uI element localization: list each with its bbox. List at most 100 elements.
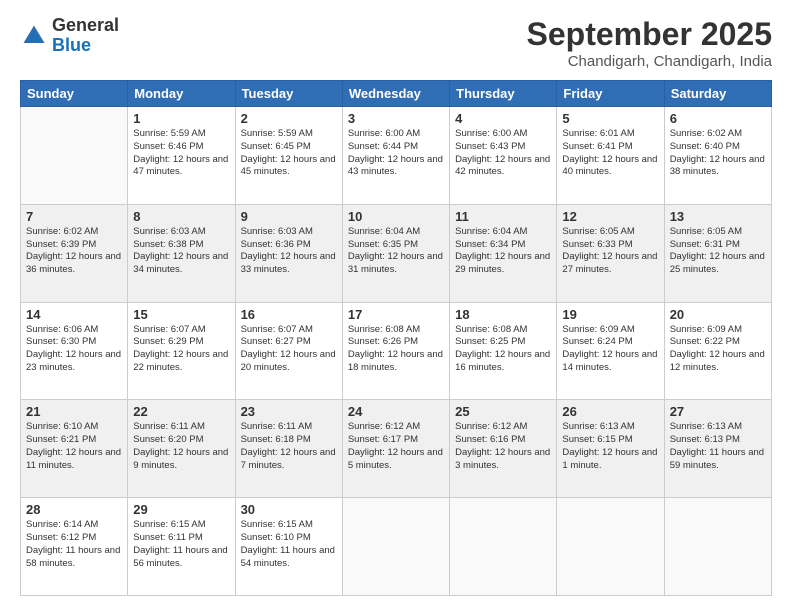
- day-number: 22: [133, 404, 229, 419]
- table-row: 15Sunrise: 6:07 AM Sunset: 6:29 PM Dayli…: [128, 302, 235, 400]
- table-row: 7Sunrise: 6:02 AM Sunset: 6:39 PM Daylig…: [21, 204, 128, 302]
- table-row: 18Sunrise: 6:08 AM Sunset: 6:25 PM Dayli…: [450, 302, 557, 400]
- table-row: 4 Sunrise: 6:00 AM Sunset: 6:43 PM Daylig…: [450, 107, 557, 205]
- day-number: 26: [562, 404, 658, 419]
- table-row: 21 Sunrise: 6:10 AM Sunset: 6:21 PM Dayli…: [21, 400, 128, 498]
- day-info: Sunrise: 6:13 AM Sunset: 6:13 PM Dayligh…: [670, 421, 766, 472]
- table-row: 29 Sunrise: 6:15 AM Sunset: 6:11 PM Dayli…: [128, 498, 235, 596]
- table-row: 6 Sunrise: 6:02 AM Sunset: 6:40 PM Daylig…: [664, 107, 771, 205]
- calendar-header-row: Sunday Monday Tuesday Wednesday Thursday…: [21, 81, 772, 107]
- calendar-week-row: 28Sunrise: 6:14 AM Sunset: 6:12 PM Dayli…: [21, 498, 772, 596]
- day-info: Sunrise: 6:00 AM Sunset: 6:44 PM Dayligh…: [348, 128, 444, 179]
- day-info: Sunrise: 6:08 AM Sunset: 6:26 PM Dayligh…: [348, 324, 444, 375]
- day-info: Sunrise: 6:04 AM Sunset: 6:34 PM Dayligh…: [455, 226, 551, 277]
- day-number: 23: [241, 404, 337, 419]
- table-row: 23 Sunrise: 6:11 AM Sunset: 6:18 PM Dayli…: [235, 400, 342, 498]
- table-row: 10 Sunrise: 6:04 AM Sunset: 6:35 PM Dayli…: [342, 204, 449, 302]
- table-row: 20 Sunrise: 6:09 AM Sunset: 6:22 PM Dayli…: [664, 302, 771, 400]
- table-row: 16Sunrise: 6:07 AM Sunset: 6:27 PM Dayli…: [235, 302, 342, 400]
- col-friday: Friday: [557, 81, 664, 107]
- month-title: September 2025: [527, 16, 772, 53]
- day-number: 4: [455, 111, 551, 126]
- day-info: Sunrise: 6:13 AM Sunset: 6:15 PM Dayligh…: [562, 421, 658, 472]
- day-info: Sunrise: 6:05 AM Sunset: 6:33 PM Dayligh…: [562, 226, 658, 277]
- day-info: Sunrise: 6:12 AM Sunset: 6:17 PM Dayligh…: [348, 421, 444, 472]
- calendar-week-row: 21 Sunrise: 6:10 AM Sunset: 6:21 PM Dayli…: [21, 400, 772, 498]
- day-info: Sunrise: 6:09 AM Sunset: 6:24 PM Dayligh…: [562, 324, 658, 375]
- day-info: Sunrise: 6:06 AM Sunset: 6:30 PM Dayligh…: [26, 324, 122, 375]
- day-number: 24: [348, 404, 444, 419]
- day-number: 1: [133, 111, 229, 126]
- day-number: 18: [455, 307, 551, 322]
- day-info: Sunrise: 6:15 AM Sunset: 6:11 PM Dayligh…: [133, 519, 229, 570]
- day-number: 11: [455, 209, 551, 224]
- day-info: Sunrise: 6:09 AM Sunset: 6:22 PM Dayligh…: [670, 324, 766, 375]
- col-wednesday: Wednesday: [342, 81, 449, 107]
- table-row: 11 Sunrise: 6:04 AM Sunset: 6:34 PM Dayli…: [450, 204, 557, 302]
- table-row: 1Sunrise: 5:59 AM Sunset: 6:46 PM Daylig…: [128, 107, 235, 205]
- col-saturday: Saturday: [664, 81, 771, 107]
- day-info: Sunrise: 6:03 AM Sunset: 6:36 PM Dayligh…: [241, 226, 337, 277]
- logo-blue-text: Blue: [52, 35, 91, 55]
- col-monday: Monday: [128, 81, 235, 107]
- table-row: 24 Sunrise: 6:12 AM Sunset: 6:17 PM Dayli…: [342, 400, 449, 498]
- day-info: Sunrise: 6:11 AM Sunset: 6:20 PM Dayligh…: [133, 421, 229, 472]
- day-info: Sunrise: 6:10 AM Sunset: 6:21 PM Dayligh…: [26, 421, 122, 472]
- day-info: Sunrise: 6:15 AM Sunset: 6:10 PM Dayligh…: [241, 519, 337, 570]
- table-row: 25Sunrise: 6:12 AM Sunset: 6:16 PM Dayli…: [450, 400, 557, 498]
- day-number: 17: [348, 307, 444, 322]
- day-number: 29: [133, 502, 229, 517]
- day-info: Sunrise: 6:00 AM Sunset: 6:43 PM Dayligh…: [455, 128, 551, 179]
- day-number: 15: [133, 307, 229, 322]
- table-row: [450, 498, 557, 596]
- calendar-week-row: 1Sunrise: 5:59 AM Sunset: 6:46 PM Daylig…: [21, 107, 772, 205]
- table-row: 22 Sunrise: 6:11 AM Sunset: 6:20 PM Dayli…: [128, 400, 235, 498]
- logo: General Blue: [20, 16, 119, 56]
- calendar-week-row: 7Sunrise: 6:02 AM Sunset: 6:39 PM Daylig…: [21, 204, 772, 302]
- table-row: 9Sunrise: 6:03 AM Sunset: 6:36 PM Daylig…: [235, 204, 342, 302]
- table-row: 5 Sunrise: 6:01 AM Sunset: 6:41 PM Daylig…: [557, 107, 664, 205]
- col-tuesday: Tuesday: [235, 81, 342, 107]
- table-row: 19 Sunrise: 6:09 AM Sunset: 6:24 PM Dayli…: [557, 302, 664, 400]
- logo-icon: [20, 22, 48, 50]
- day-number: 5: [562, 111, 658, 126]
- location-subtitle: Chandigarh, Chandigarh, India: [527, 53, 772, 70]
- table-row: 14 Sunrise: 6:06 AM Sunset: 6:30 PM Dayli…: [21, 302, 128, 400]
- day-number: 7: [26, 209, 122, 224]
- day-number: 20: [670, 307, 766, 322]
- day-info: Sunrise: 6:02 AM Sunset: 6:40 PM Dayligh…: [670, 128, 766, 179]
- day-number: 25: [455, 404, 551, 419]
- header: General Blue September 2025 Chandigarh, …: [20, 16, 772, 70]
- day-number: 10: [348, 209, 444, 224]
- calendar-week-row: 14 Sunrise: 6:06 AM Sunset: 6:30 PM Dayli…: [21, 302, 772, 400]
- table-row: 2Sunrise: 5:59 AM Sunset: 6:45 PM Daylig…: [235, 107, 342, 205]
- day-number: 21: [26, 404, 122, 419]
- table-row: 30Sunrise: 6:15 AM Sunset: 6:10 PM Dayli…: [235, 498, 342, 596]
- table-row: 17 Sunrise: 6:08 AM Sunset: 6:26 PM Dayli…: [342, 302, 449, 400]
- day-number: 13: [670, 209, 766, 224]
- col-thursday: Thursday: [450, 81, 557, 107]
- logo-general-text: General: [52, 15, 119, 35]
- table-row: [342, 498, 449, 596]
- day-number: 6: [670, 111, 766, 126]
- title-block: September 2025 Chandigarh, Chandigarh, I…: [527, 16, 772, 70]
- day-info: Sunrise: 6:05 AM Sunset: 6:31 PM Dayligh…: [670, 226, 766, 277]
- day-number: 2: [241, 111, 337, 126]
- page: General Blue September 2025 Chandigarh, …: [0, 0, 792, 612]
- table-row: 26 Sunrise: 6:13 AM Sunset: 6:15 PM Dayli…: [557, 400, 664, 498]
- day-info: Sunrise: 6:03 AM Sunset: 6:38 PM Dayligh…: [133, 226, 229, 277]
- table-row: 28Sunrise: 6:14 AM Sunset: 6:12 PM Dayli…: [21, 498, 128, 596]
- day-number: 27: [670, 404, 766, 419]
- day-info: Sunrise: 6:04 AM Sunset: 6:35 PM Dayligh…: [348, 226, 444, 277]
- day-number: 19: [562, 307, 658, 322]
- table-row: 27 Sunrise: 6:13 AM Sunset: 6:13 PM Dayli…: [664, 400, 771, 498]
- day-number: 12: [562, 209, 658, 224]
- day-number: 28: [26, 502, 122, 517]
- table-row: 13 Sunrise: 6:05 AM Sunset: 6:31 PM Dayli…: [664, 204, 771, 302]
- table-row: [21, 107, 128, 205]
- day-number: 3: [348, 111, 444, 126]
- day-info: Sunrise: 6:11 AM Sunset: 6:18 PM Dayligh…: [241, 421, 337, 472]
- day-number: 14: [26, 307, 122, 322]
- table-row: 3 Sunrise: 6:00 AM Sunset: 6:44 PM Daylig…: [342, 107, 449, 205]
- day-info: Sunrise: 6:01 AM Sunset: 6:41 PM Dayligh…: [562, 128, 658, 179]
